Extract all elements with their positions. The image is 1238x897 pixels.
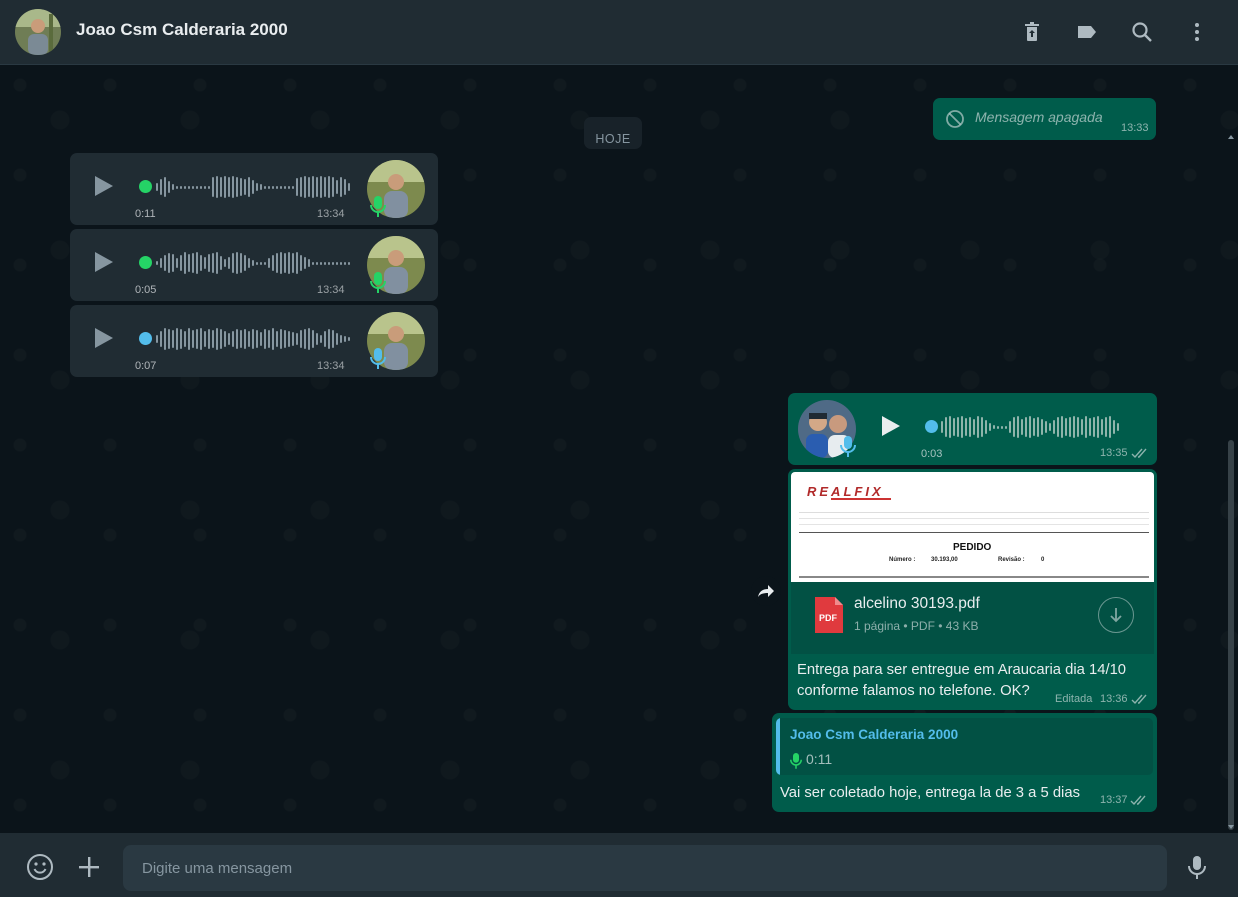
playback-dot[interactable] xyxy=(925,420,938,433)
document-message[interactable]: REALFIX PEDIDO Número : 30.193,00 Revisã… xyxy=(788,469,1157,710)
chat-header: Joao Csm Calderaria 2000 xyxy=(0,0,1238,65)
microphone-icon[interactable] xyxy=(1183,853,1211,881)
pdf-icon: PDF xyxy=(815,597,843,633)
mic-icon xyxy=(370,272,386,293)
scroll-up-arrow[interactable] xyxy=(1227,133,1235,141)
pdf-icon-label: PDF xyxy=(819,613,838,623)
voice-message[interactable]: 0:07 13:34 xyxy=(70,305,438,377)
play-icon[interactable] xyxy=(92,251,114,273)
play-icon[interactable] xyxy=(92,327,114,349)
voice-duration: 0:11 xyxy=(135,208,156,220)
voice-duration: 0:07 xyxy=(135,360,157,372)
quoted-sender: Joao Csm Calderaria 2000 xyxy=(790,727,959,742)
voice-message[interactable]: 0:11 13:34 xyxy=(70,153,438,225)
playback-dot[interactable] xyxy=(139,180,152,193)
mic-icon xyxy=(370,348,386,369)
document-preview[interactable]: REALFIX PEDIDO Número : 30.193,00 Revisã… xyxy=(791,472,1154,582)
blocked-icon xyxy=(946,110,964,128)
preview-numero-label: Número : xyxy=(889,557,916,563)
preview-brand: REALFIX xyxy=(807,484,884,499)
forward-button[interactable] xyxy=(751,576,781,606)
play-icon[interactable] xyxy=(879,415,901,437)
emoji-icon[interactable] xyxy=(26,853,54,881)
scrollbar-thumb[interactable] xyxy=(1228,440,1234,830)
mic-icon xyxy=(840,436,856,457)
message-time: 13:34 xyxy=(317,284,345,296)
contact-avatar[interactable] xyxy=(15,9,61,55)
message-time: 13:35 xyxy=(1100,447,1128,459)
voice-duration: 0:03 xyxy=(921,448,943,460)
message-list[interactable]: HOJE Mensagem apagada 13:33 0:11 13:34 0… xyxy=(0,65,1238,833)
composer xyxy=(0,833,1238,897)
delete-icon[interactable] xyxy=(1020,20,1044,44)
download-icon xyxy=(1110,608,1122,623)
waveform[interactable] xyxy=(156,175,350,199)
document-file-bar[interactable]: PDF alcelino 30193.pdf 1 página • PDF • … xyxy=(791,582,1154,654)
voice-message[interactable]: 0:03 13:35 xyxy=(788,393,1157,465)
reply-text: Vai ser coletado hoje, entrega la de 3 a… xyxy=(780,785,1080,801)
playback-dot[interactable] xyxy=(139,332,152,345)
message-time: 13:34 xyxy=(317,360,345,372)
preview-numero: 30.193,00 xyxy=(931,557,958,563)
preview-heading: PEDIDO xyxy=(953,542,992,553)
voice-duration: 0:05 xyxy=(135,284,157,296)
preview-revisao: 0 xyxy=(1041,557,1045,563)
quote-bar xyxy=(776,718,780,775)
double-check-icon xyxy=(1131,694,1147,705)
waveform[interactable] xyxy=(156,327,350,351)
search-icon[interactable] xyxy=(1130,20,1154,44)
playback-dot[interactable] xyxy=(139,256,152,269)
file-meta: 1 página • PDF • 43 KB xyxy=(854,619,979,633)
mic-icon xyxy=(790,753,802,769)
waveform[interactable] xyxy=(156,251,350,275)
document-caption-line2: conforme falamos no telefone. OK? xyxy=(797,683,1030,699)
deleted-message-text: Mensagem apagada xyxy=(975,109,1103,125)
message-time: 13:33 xyxy=(1121,122,1149,134)
message-time: 13:34 xyxy=(317,208,345,220)
document-caption-line1: Entrega para ser entregue em Araucaria d… xyxy=(797,662,1127,678)
waveform[interactable] xyxy=(941,415,1119,439)
menu-icon[interactable] xyxy=(1185,20,1209,44)
file-name[interactable]: alcelino 30193.pdf xyxy=(854,595,980,613)
deleted-message[interactable]: Mensagem apagada 13:33 xyxy=(933,98,1156,140)
date-chip: HOJE xyxy=(584,117,642,149)
double-check-icon xyxy=(1131,448,1147,459)
label-icon[interactable] xyxy=(1075,20,1099,44)
voice-message[interactable]: 0:05 13:34 xyxy=(70,229,438,301)
mic-icon xyxy=(370,196,386,217)
double-check-icon xyxy=(1130,795,1146,806)
attach-plus-icon[interactable] xyxy=(75,853,103,881)
message-time: 13:36 xyxy=(1100,693,1128,705)
play-icon[interactable] xyxy=(92,175,114,197)
reply-message[interactable]: Joao Csm Calderaria 2000 0:11 Vai ser co… xyxy=(772,713,1157,812)
quoted-message[interactable]: Joao Csm Calderaria 2000 0:11 xyxy=(776,718,1153,775)
quoted-duration: 0:11 xyxy=(806,751,833,767)
message-time: 13:37 xyxy=(1100,794,1128,806)
edited-label: Editada xyxy=(1055,693,1093,705)
forward-icon xyxy=(758,585,774,597)
download-button[interactable] xyxy=(1098,597,1134,633)
message-input[interactable] xyxy=(123,845,1167,891)
contact-name[interactable]: Joao Csm Calderaria 2000 xyxy=(76,20,288,40)
scroll-down-arrow[interactable] xyxy=(1227,823,1235,831)
preview-revisao-label: Revisão : xyxy=(998,557,1025,563)
